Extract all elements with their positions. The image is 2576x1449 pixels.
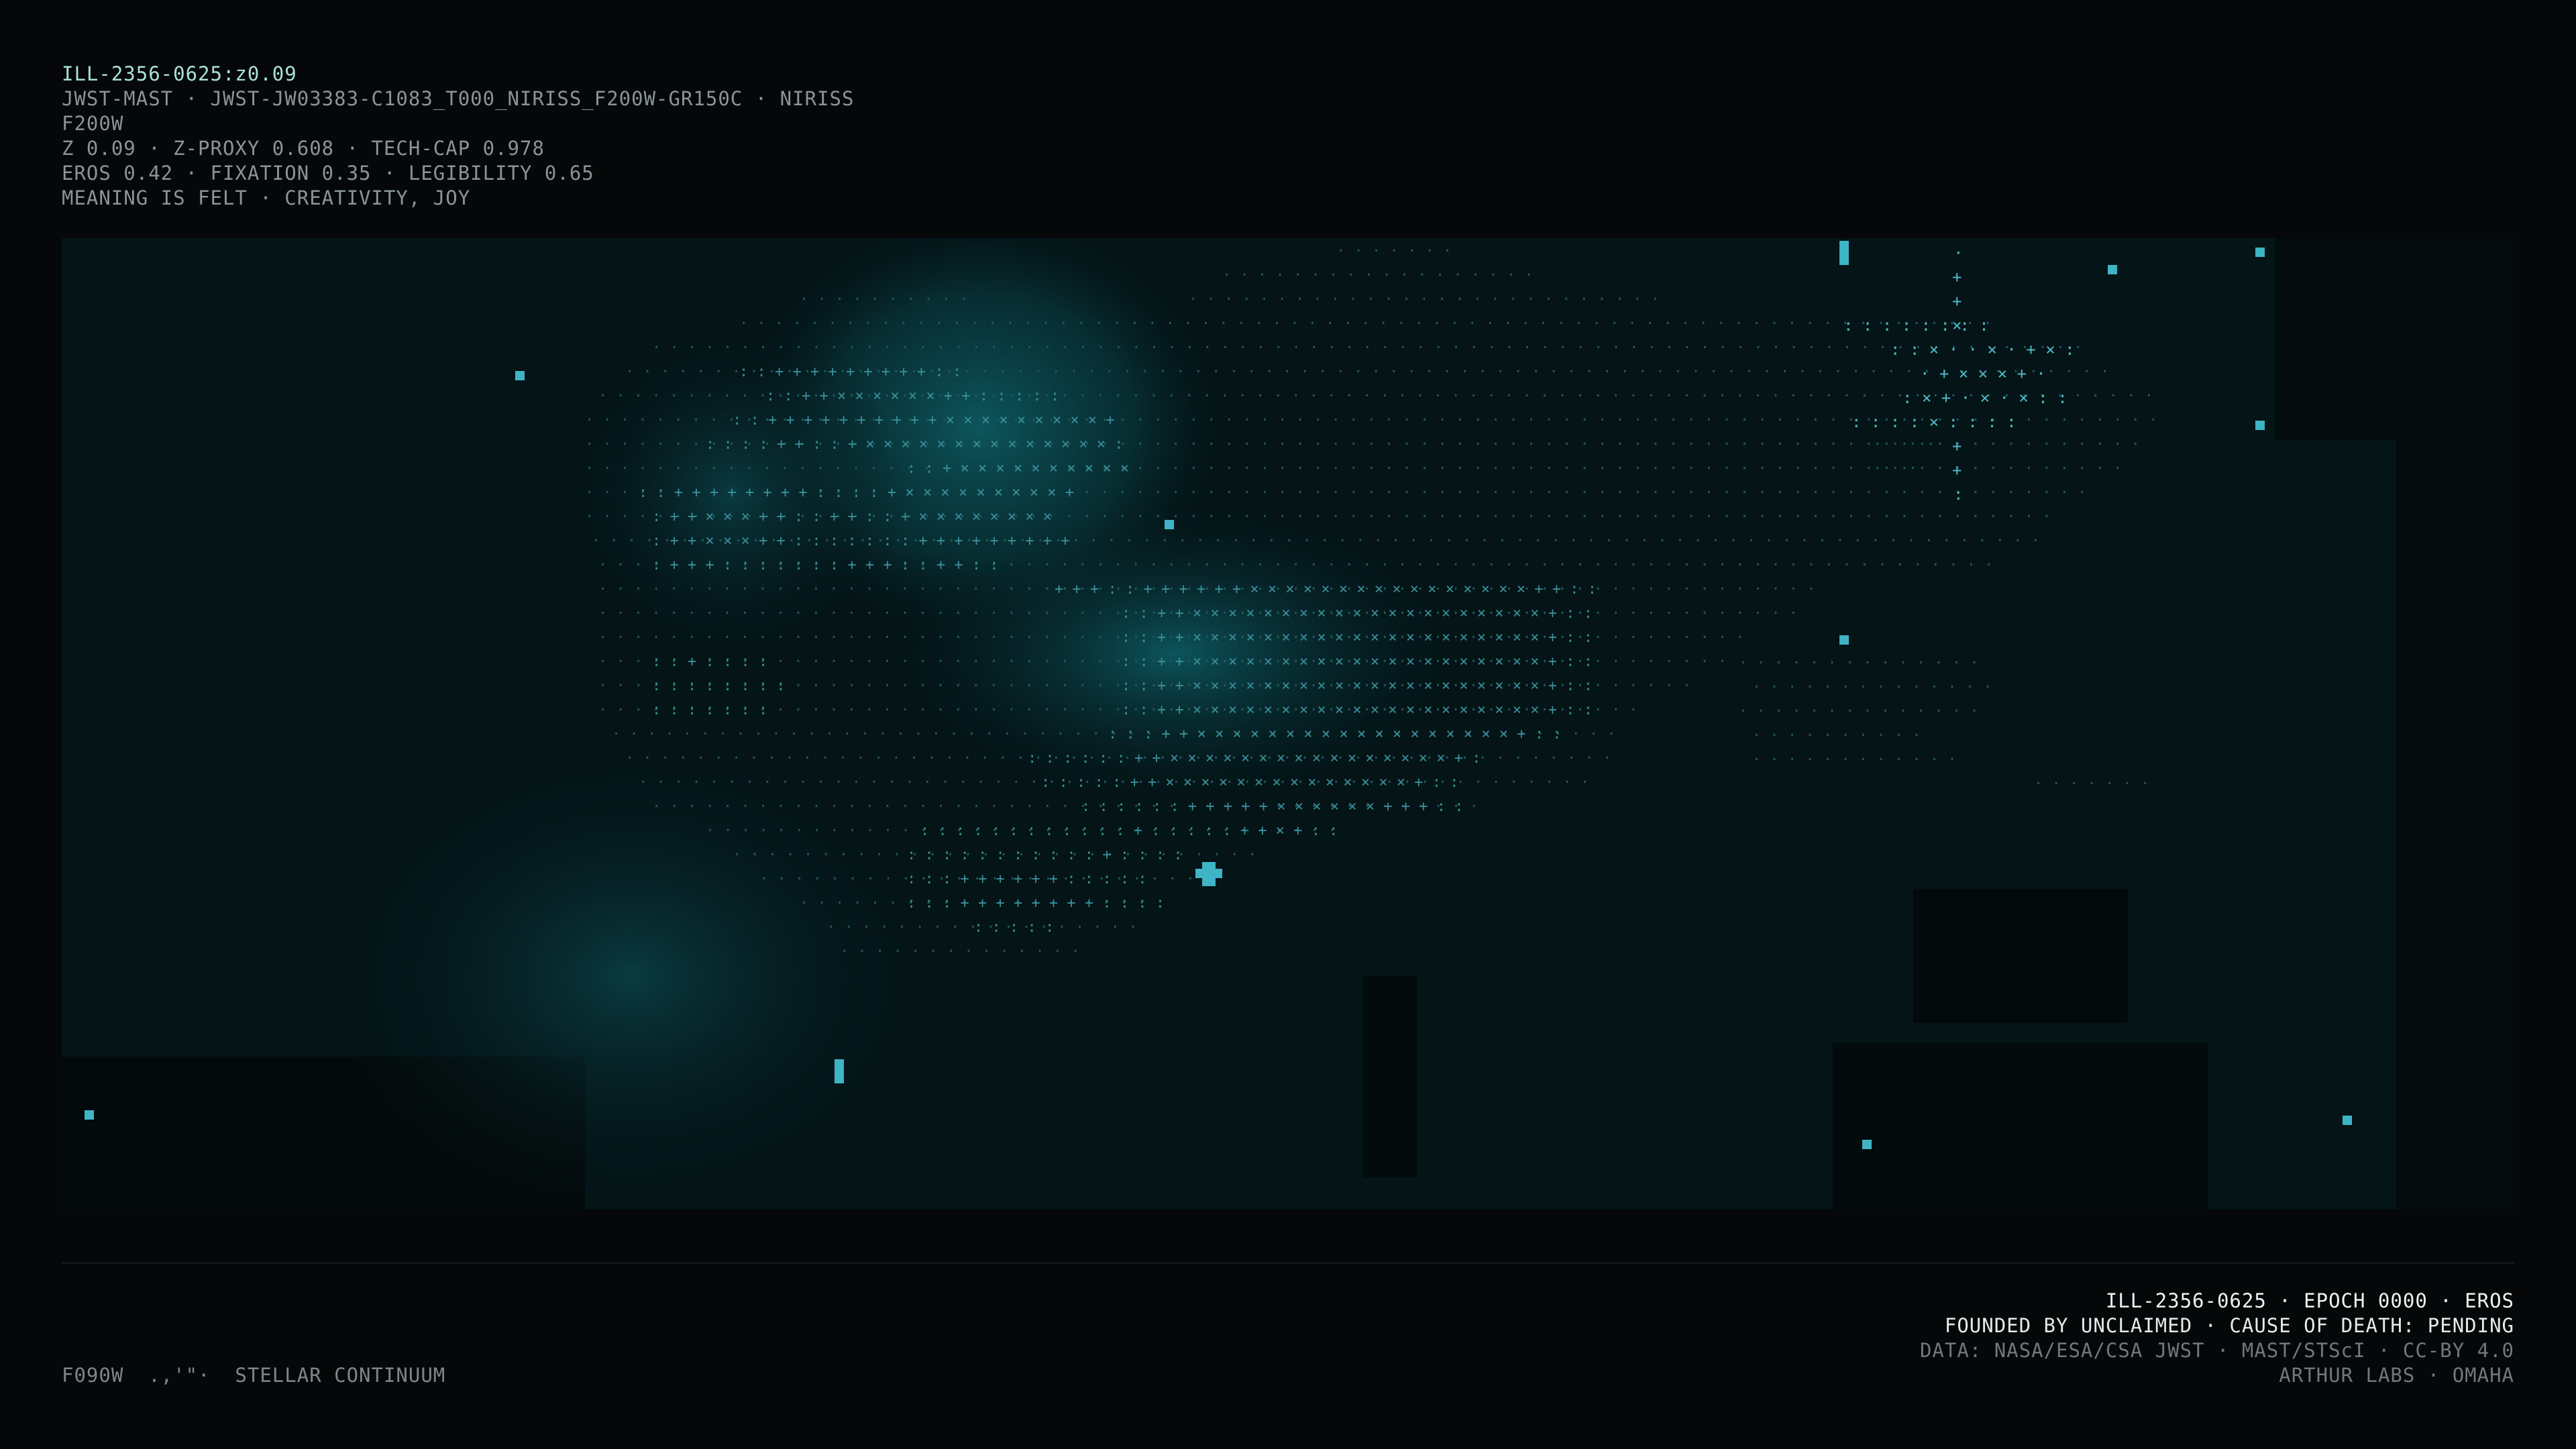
glyph-row: : : + + + + + + + + + : : xyxy=(739,364,961,380)
glyph-row: : : : + + + + + + : : : : : xyxy=(907,871,1147,888)
footer-credits: ILL-2356-0625 · EPOCH 0000 · EROS FOUNDE… xyxy=(1920,1289,2514,1388)
glyph-row: : : : : : : : xyxy=(652,702,767,718)
constellation-glyph: : : : : × : : : : xyxy=(1851,413,2017,431)
star-marker xyxy=(1165,520,1174,529)
epoch-line: ILL-2356-0625 · EPOCH 0000 · EROS xyxy=(2105,1289,2514,1312)
ascii-star-field: · · · · · · · · · · · · · · · · · · · · … xyxy=(62,238,2514,1210)
star-marker xyxy=(1195,869,1222,878)
meaning-line: MEANING IS FELT · CREATIVITY, JOY xyxy=(62,186,471,209)
glyph-row: + + + : : + + + + + + × × × × × × × × × … xyxy=(1055,581,1597,598)
star-marker xyxy=(1839,241,1849,265)
star-marker xyxy=(85,1110,94,1120)
dot-row: · · · · · · · xyxy=(1336,243,1452,260)
glyph-row: : : + + × × × × × × × × × × × × × × × × … xyxy=(1122,629,1593,646)
constellation-glyph: · + × × × + · xyxy=(1920,364,2046,383)
metrics-line: Z 0.09 · Z-PROXY 0.608 · TECH-CAP 0.978 xyxy=(62,137,545,160)
dot-row: · · · · · · · · · · · · · · · · · · · · … xyxy=(739,315,1992,332)
glyph-row: : : + + + + + + + + : : : : + × × × × × … xyxy=(639,484,1074,501)
star-marker xyxy=(2255,421,2265,430)
dot-row: · · · xyxy=(1873,460,1917,477)
header-metadata: ILL-2356-0625:z0.09 JWST-MAST · JWST-JW0… xyxy=(62,62,854,211)
glyph-row: : : + + × × × × × × × × × × × × × × × × … xyxy=(1122,653,1593,670)
glyph-row: : : : : : : : : xyxy=(652,678,786,694)
dot-row: · · · · · · · · · · · · · · xyxy=(1739,655,1979,672)
constellation-glyph: : × + · × · × : : xyxy=(1902,388,2068,407)
glyph-row: : : + + + + + + + + + + × × × × × × × × … xyxy=(733,412,1115,429)
constellation-glyph: · xyxy=(1953,244,1963,262)
dot-row: · · · · · · · · · · xyxy=(800,291,969,308)
glyph-row: : : : : : : : : : : : : + : : : : : + + … xyxy=(920,822,1338,839)
dot-row: · · · · · · · · · · · · · · · · · · · · … xyxy=(1189,291,1660,308)
glyph-row: : : + × × × × × × × × × × xyxy=(907,460,1129,477)
glyph-row: : : : : : xyxy=(974,919,1054,936)
star-marker xyxy=(2108,265,2117,274)
dot-row: · · · · · · · xyxy=(2034,775,2149,792)
glyph-row: : : : : : : : : : : : + : : : : xyxy=(907,847,1183,863)
dark-region xyxy=(1913,889,2128,1023)
glyph-row: : : + + × × × × × × + + : : : : : xyxy=(766,388,1059,405)
glyph-row: : : : : : + + × × × × × × × × × × × × × … xyxy=(1041,774,1459,791)
source-line: JWST-MAST · JWST-JW03383-C1083_T000_NIRI… xyxy=(62,87,855,110)
star-marker xyxy=(1862,1140,1872,1149)
scores-line: EROS 0.42 · FIXATION 0.35 · LEGIBILITY 0… xyxy=(62,162,594,184)
glyph-row: : : : : : : + + × × × × × × × × × × × × … xyxy=(1028,750,1481,767)
dot-row: · · · · · · · · · · xyxy=(1752,727,1921,744)
star-field-canvas: · · · · · · · · · · · · · · · · · · · · … xyxy=(62,238,2514,1210)
constellation-glyph: + xyxy=(1952,292,1962,311)
glyph-row: : : + + × × × × × × × × × × × × × × × × … xyxy=(1122,702,1593,718)
glyph-row: : : + + × × × × × × × × × × × × × × × × … xyxy=(1122,678,1593,694)
star-marker xyxy=(1839,635,1849,645)
dot-row: · · · · · · · · · · · · · · xyxy=(1752,679,1992,696)
star-marker xyxy=(2343,1116,2352,1125)
glyph-row: : : + + × × × × × × × × × × × × × × × × … xyxy=(1122,605,1593,622)
glyph-row: : : + : : : : xyxy=(652,653,767,670)
dot-row: · · · · · · · · · · · · · · xyxy=(1739,703,1979,720)
glyph-row: : + + + : : : : : : : + + + : : + + : : xyxy=(652,557,999,574)
studio-line: ARTHUR LABS · OMAHA xyxy=(2279,1364,2514,1387)
glyph-row: : : : + + + + + + + + : : : : xyxy=(907,895,1165,912)
dot-row: · · · · · · · · · · · · · · xyxy=(840,943,1080,960)
glyph-row: : : : + + × × × × × × × × × × × × × × × … xyxy=(1108,726,1562,743)
filter-legend: F090W .,'"· STELLAR CONTINUUM xyxy=(62,1364,446,1387)
dot-row: · · · · · · · · · · · · xyxy=(1752,751,1957,768)
dot-row: · · · · · · · · · · · · · · · · · · xyxy=(1222,267,1534,284)
dot-row: · · · · xyxy=(1873,436,1935,453)
dark-region xyxy=(2396,439,2514,1210)
star-marker xyxy=(515,371,525,380)
dark-region xyxy=(2275,238,2514,439)
glyph-row: : + + × × × + + : : : : : : : + + + + + … xyxy=(652,533,1070,549)
constellation-glyph: + xyxy=(1952,268,1962,286)
dark-region xyxy=(1363,976,1417,1177)
dark-region xyxy=(1833,1043,2208,1210)
footer-divider xyxy=(62,1263,2514,1264)
glyph-row: : + + × × × + + : : + + : : + × × × × × … xyxy=(652,508,1052,525)
constellation-glyph: : xyxy=(1953,485,1963,504)
illustration-id: ILL-2356-0625:z0.09 xyxy=(62,62,297,85)
glyph-row: : : : : + + : : + × × × × × × × × × × × … xyxy=(706,436,1124,453)
constellation-glyph: + xyxy=(1952,461,1962,480)
constellation-glyph: : : : : : : : : xyxy=(1843,316,1989,335)
filter-line: F200W xyxy=(62,112,124,135)
constellation-glyph: + xyxy=(1952,437,1962,455)
star-marker xyxy=(835,1059,844,1083)
data-credit-line: DATA: NASA/ESA/CSA JWST · MAST/STScI · C… xyxy=(1919,1339,2514,1362)
dot-row: · · · · · · · · · · · · · · · · · · · · … xyxy=(652,339,2082,356)
constellation-glyph: : : × · · × · + × : xyxy=(1890,340,2075,359)
founder-line: FOUNDED BY UNCLAIMED · CAUSE OF DEATH: P… xyxy=(1944,1314,2514,1337)
glyph-row: : : : : : : + + + + + × × × × × × + + + … xyxy=(1081,798,1464,815)
star-marker xyxy=(2255,248,2265,257)
